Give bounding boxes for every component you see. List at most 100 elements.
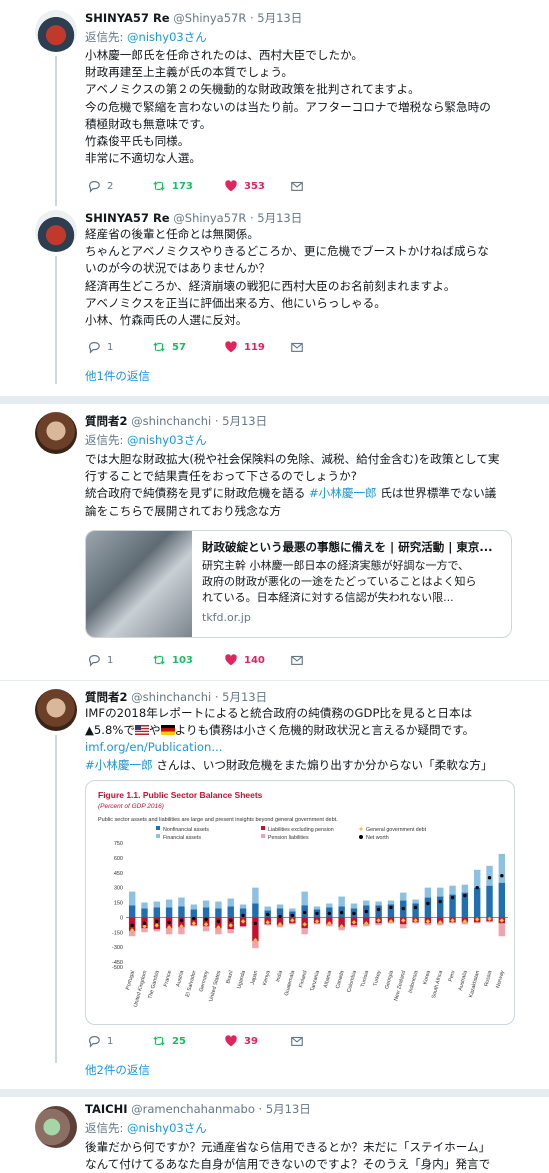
bar-nonfinancial (141, 908, 148, 918)
y-tick-label: 300 (114, 886, 123, 892)
x-tick-label: Japan (250, 970, 260, 986)
author-handle[interactable]: @Shinya57R (173, 211, 246, 225)
like-button[interactable]: 119 (224, 340, 265, 354)
tweet[interactable]: TAICHI @ramenchahanmabo · 5月13日 返信先: @ni… (0, 1097, 549, 1173)
dm-button[interactable] (290, 1034, 304, 1048)
reply-to: 返信先: @nishy03さん (85, 1120, 207, 1136)
x-tick-label: India (275, 970, 284, 983)
like-button[interactable]: 353 (224, 179, 265, 193)
show-more-replies-link[interactable]: 他1件の返信 (85, 368, 150, 384)
marker-net-worth (130, 923, 134, 928)
reply-to-link[interactable]: @nishy03さん (127, 1121, 207, 1135)
bar-financial (338, 896, 345, 907)
avatar[interactable] (35, 412, 77, 454)
x-tick-label: The Gambia (147, 970, 160, 1000)
text-line: IMFの2018年レポートによると統合政府の純債務のGDP比を見ると日本は (85, 706, 473, 720)
bar-pension (227, 929, 234, 934)
heart-icon (224, 340, 238, 354)
link-preview-card[interactable]: 財政破綻という最悪の事態に備えを | 研究活動 | 東京... 研究主幹 小林慶… (85, 530, 512, 638)
tweet-date[interactable]: 5月13日 (257, 211, 302, 225)
like-button[interactable]: 39 (224, 1034, 258, 1048)
reply-to-link[interactable]: @nishy03さん (127, 433, 207, 447)
text-line: 財政再建至上主義が氏の本質でしょう。 (85, 65, 293, 80)
chart-subtitle: (Percent of GDP 2016) (98, 803, 164, 810)
reply-to-link[interactable]: @nishy03さん (127, 30, 207, 44)
author-name[interactable]: SHINYA57 Re (85, 211, 170, 225)
author-name[interactable]: 質問者2 (85, 690, 128, 704)
author-name[interactable]: SHINYA57 Re (85, 11, 170, 25)
retweet-button[interactable]: 25 (152, 1034, 186, 1048)
show-more-replies-link[interactable]: 他2件の返信 (85, 1062, 150, 1078)
dm-button[interactable] (290, 179, 304, 193)
author-handle[interactable]: @ramenchahanmabo (131, 1102, 255, 1116)
marker-net-worth (413, 905, 418, 910)
author-handle[interactable]: @Shinya57R (173, 11, 246, 25)
reply-button[interactable]: 1 (87, 340, 113, 354)
legend-label: Pension liabilities (268, 835, 309, 841)
tweet[interactable]: SHINYA57 Re @Shinya57R · 5月13日 返信先: @nis… (0, 0, 549, 206)
reply-button[interactable]: 1 (87, 1034, 113, 1048)
germany-flag-icon (160, 723, 175, 736)
tweet-date[interactable]: 5月13日 (257, 11, 302, 25)
x-tick-label: Austria (175, 970, 185, 988)
chart-title: Figure 1.1. Public Sector Balance Sheets (98, 790, 263, 800)
tweet-text: では大胆な財政拡大(税や社会保険料の免除、減税、給付金含む)を政策として実 行す… (85, 451, 525, 520)
text-line: アベノミクスを正当に評価出来る方、他にいらっしゃる。 (85, 295, 386, 310)
tweet-actions: 1 25 39 (87, 1034, 387, 1050)
heart-icon (224, 179, 238, 193)
author-name[interactable]: 質問者2 (85, 414, 128, 428)
dm-button[interactable] (290, 340, 304, 354)
tweet-date[interactable]: 5月13日 (222, 690, 267, 704)
author-name[interactable]: TAICHI (85, 1102, 127, 1116)
author-handle[interactable]: @shinchanchi (131, 690, 211, 704)
tweet[interactable]: SHINYA57 Re @Shinya57R · 5月13日 経産省の後輩と任命… (0, 205, 549, 395)
reply-button[interactable]: 2 (87, 179, 113, 193)
bar-pension (486, 921, 493, 923)
retweet-icon (152, 179, 166, 193)
avatar[interactable] (35, 10, 77, 52)
bar-financial (412, 899, 419, 904)
x-tick-label: Australia (458, 970, 469, 992)
tweet-text: IMFの2018年レポートによると統合政府の純債務のGDP比を見ると日本は ▲5… (85, 705, 525, 774)
marker-net-worth (475, 885, 479, 890)
tweet-text: 小林慶一郎氏を任命されたのは、西村大臣でしたか。 財政再建至上主義が氏の本質でし… (85, 47, 525, 167)
x-tick-label: Kazakhstan (468, 970, 481, 998)
legend-label: Net worth (366, 835, 389, 841)
like-count: 140 (244, 654, 265, 666)
avatar[interactable] (35, 1106, 77, 1148)
tweet-actions: 1 57 119 (87, 340, 387, 356)
bar-financial (400, 892, 407, 901)
avatar[interactable] (35, 689, 77, 731)
legend-swatch (261, 826, 265, 830)
external-link[interactable]: imf.org/en/Publication... (85, 739, 525, 756)
x-tick-label: Kenya (262, 970, 272, 986)
marker-net-worth (426, 901, 430, 906)
text-line: れている。日本経済に対する信認が失われない限... (202, 591, 454, 604)
author-handle[interactable]: @shinchanchi (131, 414, 211, 428)
dm-button[interactable] (290, 653, 304, 667)
marker-net-worth (327, 911, 332, 916)
tweet-date[interactable]: 5月13日 (266, 1102, 311, 1116)
x-tick-label: Portugal (125, 970, 136, 991)
marker-net-worth (302, 910, 307, 915)
text-line: ちゃんとアベノミクスやりきるどころか、更に危機でブーストかけねば成らな (85, 244, 489, 259)
text-line: 論をこちらで展開されており残念な方 (85, 503, 282, 518)
text-line: いのが今の状況ではありませんか？ (85, 261, 271, 276)
retweet-button[interactable]: 173 (152, 179, 193, 193)
hashtag-link[interactable]: #小林慶一郎 (85, 758, 153, 772)
hashtag-link[interactable]: #小林慶一郎 (309, 486, 377, 500)
reply-icon (87, 653, 101, 667)
like-button[interactable]: 140 (224, 653, 265, 667)
chart-image[interactable]: Figure 1.1. Public Sector Balance Sheets… (85, 780, 515, 1025)
retweet-button[interactable]: 57 (152, 340, 186, 354)
marker-net-worth (179, 918, 184, 923)
tweet-date[interactable]: 5月13日 (222, 414, 267, 428)
retweet-button[interactable]: 103 (152, 653, 193, 667)
text-line: 非常に不適切な人選。 (85, 151, 201, 166)
link-preview-title: 財政破綻という最悪の事態に備えを | 研究活動 | 東京... (202, 540, 493, 554)
tweet-header: SHINYA57 Re @Shinya57R · 5月13日 (85, 211, 303, 225)
avatar[interactable] (35, 210, 77, 252)
marker-net-worth (253, 921, 258, 926)
reply-button[interactable]: 1 (87, 653, 113, 667)
bar-nonfinancial (202, 907, 210, 918)
